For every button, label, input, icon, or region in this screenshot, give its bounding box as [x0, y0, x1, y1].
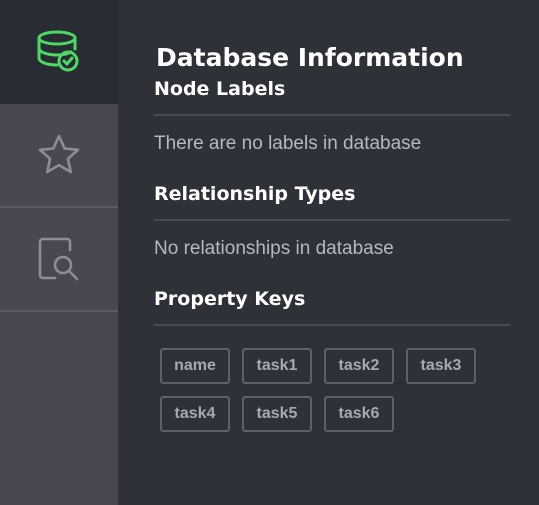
sidebar-item-documents[interactable]	[0, 208, 118, 312]
property-key-chip-task5[interactable]: task5	[242, 396, 312, 432]
sidebar-filler	[0, 312, 118, 505]
divider	[154, 219, 510, 221]
property-key-chip-task6[interactable]: task6	[324, 396, 394, 432]
property-keys-heading: Property Keys	[154, 288, 306, 310]
node-labels-empty-text: There are no labels in database	[154, 133, 422, 154]
property-keys-list: name task1 task2 task3 task4 task5 task6	[160, 348, 490, 432]
property-key-chip-name[interactable]: name	[160, 348, 230, 384]
node-labels-heading: Node Labels	[154, 78, 286, 100]
sidebar-item-database-information[interactable]	[0, 0, 118, 104]
database-check-icon	[35, 28, 83, 76]
app-window: Database Information Node Labels There a…	[0, 0, 539, 505]
document-search-icon	[37, 236, 81, 282]
page-title: Database Information	[156, 43, 464, 72]
database-information-panel: Database Information Node Labels There a…	[118, 0, 539, 505]
relationship-types-heading: Relationship Types	[154, 183, 356, 205]
property-key-chip-task2[interactable]: task2	[324, 348, 394, 384]
star-icon	[36, 132, 82, 178]
sidebar-item-favorites[interactable]	[0, 104, 118, 208]
property-key-chip-task1[interactable]: task1	[242, 348, 312, 384]
property-key-chip-task4[interactable]: task4	[160, 396, 230, 432]
divider	[154, 114, 510, 116]
sidebar-nav	[0, 0, 118, 505]
relationship-types-empty-text: No relationships in database	[154, 238, 394, 259]
divider	[154, 324, 510, 326]
property-key-chip-task3[interactable]: task3	[406, 348, 476, 384]
